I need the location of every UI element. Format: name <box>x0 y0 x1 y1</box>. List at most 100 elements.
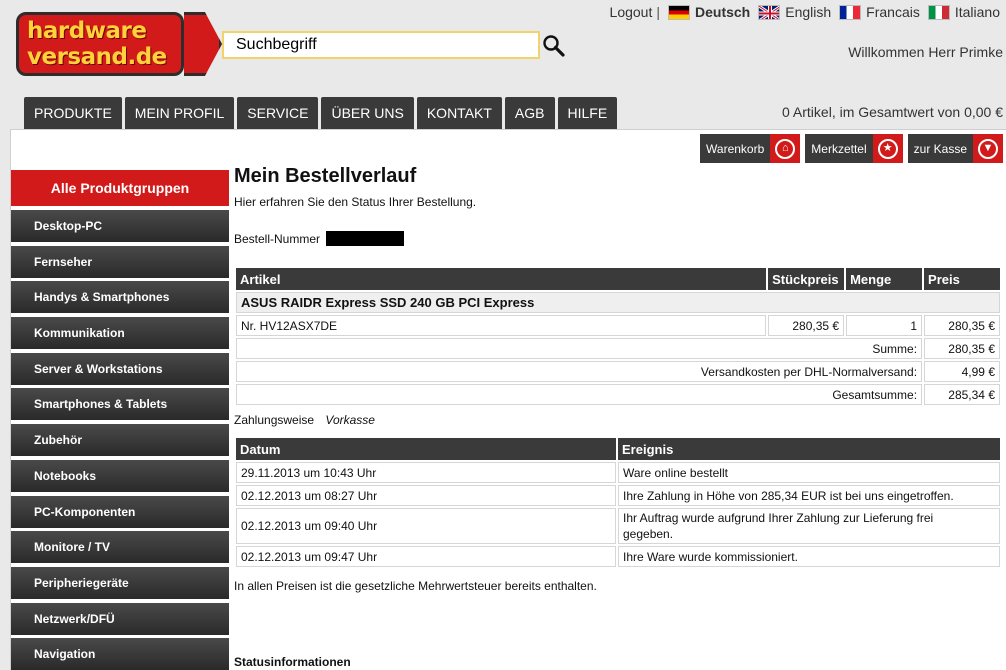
payment-method: Zahlungsweise Vorkasse <box>234 413 1002 427</box>
flag-de-icon <box>668 4 690 20</box>
event-date: 02.12.2013 um 09:47 Uhr <box>236 546 616 567</box>
total-value: 285,34 € <box>924 384 1000 405</box>
top-bar: Logout | Deutsch English Francais Italia… <box>610 4 1000 20</box>
event-date: 02.12.2013 um 09:40 Uhr <box>236 508 616 544</box>
order-number-label: Bestell-Nummer <box>234 231 321 246</box>
flag-it-icon <box>927 4 950 20</box>
col-datum: Datum <box>236 438 616 460</box>
category-monitore[interactable]: Monitore / TV <box>11 531 229 564</box>
unit-price: 280,35 € <box>768 315 845 336</box>
order-number-redacted <box>326 231 405 246</box>
lang-italiano[interactable]: Italiano <box>927 4 1000 20</box>
checkout-button[interactable]: zur Kasse ▼ <box>907 134 1003 163</box>
table-row: Nr. HV12ASX7DE 280,35 € 1 280,35 € <box>236 315 1000 336</box>
action-buttons: Warenkorb ⌂ Merkzettel ★ zur Kasse ▼ <box>695 134 1003 163</box>
event-text: Ware online bestellt <box>618 462 1000 483</box>
flag-uk-icon <box>758 4 781 20</box>
col-stueckpreis: Stückpreis <box>768 268 845 290</box>
status-info-heading: Statusinformationen <box>234 655 351 669</box>
col-ereignis: Ereignis <box>618 438 1000 460</box>
event-text: Ihr Auftrag wurde aufgrund Ihrer Zahlung… <box>618 508 1000 544</box>
summe-row: Summe: 280,35 € <box>236 338 1000 359</box>
search-box <box>222 31 540 59</box>
checkout-label: zur Kasse <box>913 141 967 156</box>
table-row: 02.12.2013 um 08:27 Uhr Ihre Zahlung in … <box>236 485 1000 506</box>
table-row: 02.12.2013 um 09:40 Uhr Ihr Auftrag wurd… <box>236 508 1000 544</box>
nav-kontakt[interactable]: KONTAKT <box>416 97 502 129</box>
category-server[interactable]: Server & Workstations <box>11 352 229 385</box>
payment-value: Vorkasse <box>325 413 375 427</box>
summe-label: Summe: <box>236 338 923 359</box>
page-title: Mein Bestellverlauf <box>234 165 417 187</box>
category-peripherie[interactable]: Peripheriegeräte <box>11 566 229 599</box>
logo-text-line-2: versand.de <box>27 44 167 70</box>
flag-fr-icon <box>839 4 862 20</box>
nav-agb[interactable]: AGB <box>504 97 555 129</box>
quantity: 1 <box>846 315 923 336</box>
lang-deutsch[interactable]: Deutsch <box>668 4 750 20</box>
search-icon[interactable] <box>541 33 567 59</box>
event-text: Ihre Ware wurde kommissioniert. <box>618 546 1000 567</box>
lang-label: English <box>785 4 832 20</box>
order-items-table: Artikel Stückpreis Menge Preis ASUS RAID… <box>234 266 1002 407</box>
cart-summary: 0 Artikel, im Gesamtwert von 0,00 € <box>782 104 1003 120</box>
category-notebooks[interactable]: Notebooks <box>11 459 229 492</box>
category-kommunikation[interactable]: Kommunikation <box>11 317 229 350</box>
all-categories-button[interactable]: Alle Produktgruppen <box>11 170 229 206</box>
lang-francais[interactable]: Francais <box>839 4 920 20</box>
logo-text-line-1: hardware <box>27 18 147 44</box>
col-preis: Preis <box>924 268 1000 290</box>
star-icon: ★ <box>872 134 903 163</box>
main-nav: PRODUKTE MEIN PROFIL SERVICE ÜBER UNS KO… <box>24 97 620 129</box>
category-desktop-pc[interactable]: Desktop-PC <box>11 210 229 242</box>
logo-text: hardware versand.de <box>27 18 167 70</box>
nav-ueber-uns[interactable]: ÜBER UNS <box>321 97 414 129</box>
event-text: Ihre Zahlung in Höhe von 285,34 EUR ist … <box>618 485 1000 506</box>
intro-text: Hier erfahren Sie den Status Ihrer Beste… <box>234 195 477 209</box>
category-netzwerk[interactable]: Netzwerk/DFÜ <box>11 602 229 635</box>
shipping-row: Versandkosten per DHL-Normalversand: 4,9… <box>236 361 1000 382</box>
total-row: Gesamtsumme: 285,34 € <box>236 384 1000 405</box>
product-row: ASUS RAIDR Express SSD 240 GB PCI Expres… <box>236 292 1000 313</box>
logo-arrow <box>184 12 222 76</box>
col-artikel: Artikel <box>236 268 767 290</box>
basket-button[interactable]: Warenkorb ⌂ <box>700 134 801 163</box>
basket-label: Warenkorb <box>706 141 765 156</box>
logout-link[interactable]: Logout <box>610 4 653 20</box>
col-menge: Menge <box>846 268 923 290</box>
nav-mein-profil[interactable]: MEIN PROFIL <box>124 97 235 129</box>
category-smartphones-tablets[interactable]: Smartphones & Tablets <box>11 388 229 421</box>
wishlist-label: Merkzettel <box>811 141 867 156</box>
site-logo[interactable]: hardware versand.de <box>16 12 222 76</box>
nav-hilfe[interactable]: HILFE <box>557 97 618 129</box>
vat-note: In allen Preisen ist die gesetzliche Meh… <box>234 579 597 593</box>
lang-label: Francais <box>866 4 920 20</box>
events-table: Datum Ereignis 29.11.2013 um 10:43 Uhr W… <box>234 436 1002 569</box>
shipping-label: Versandkosten per DHL-Normalversand: <box>236 361 923 382</box>
category-navigation[interactable]: Navigation <box>11 638 229 670</box>
table-row: 29.11.2013 um 10:43 Uhr Ware online best… <box>236 462 1000 483</box>
event-date: 29.11.2013 um 10:43 Uhr <box>236 462 616 483</box>
category-handys[interactable]: Handys & Smartphones <box>11 281 229 314</box>
shipping-value: 4,99 € <box>924 361 1000 382</box>
checkout-icon: ▼ <box>973 134 1003 163</box>
product-number: Nr. HV12ASX7DE <box>236 315 767 336</box>
payment-label: Zahlungsweise <box>234 413 315 427</box>
welcome-text: Willkommen Herr Primke <box>848 44 1003 60</box>
lang-label: Deutsch <box>695 4 751 20</box>
lang-english[interactable]: English <box>758 4 831 20</box>
category-pc-komponenten[interactable]: PC-Komponenten <box>11 495 229 528</box>
search-input[interactable] <box>224 33 538 57</box>
top-separator: | <box>656 4 660 20</box>
line-price: 280,35 € <box>924 315 1000 336</box>
category-zubehoer[interactable]: Zubehör <box>11 424 229 457</box>
category-sidebar: Alle Produktgruppen Desktop-PC Fernseher… <box>11 170 229 670</box>
event-date: 02.12.2013 um 08:27 Uhr <box>236 485 616 506</box>
category-fernseher[interactable]: Fernseher <box>11 245 229 278</box>
order-number: Bestell-Nummer <box>234 231 1002 246</box>
nav-produkte[interactable]: PRODUKTE <box>24 97 122 129</box>
wishlist-button[interactable]: Merkzettel ★ <box>805 134 903 163</box>
main-content: Mein Bestellverlauf Hier erfahren Sie de… <box>234 165 1002 593</box>
summe-value: 280,35 € <box>924 338 1000 359</box>
nav-service[interactable]: SERVICE <box>237 97 319 129</box>
